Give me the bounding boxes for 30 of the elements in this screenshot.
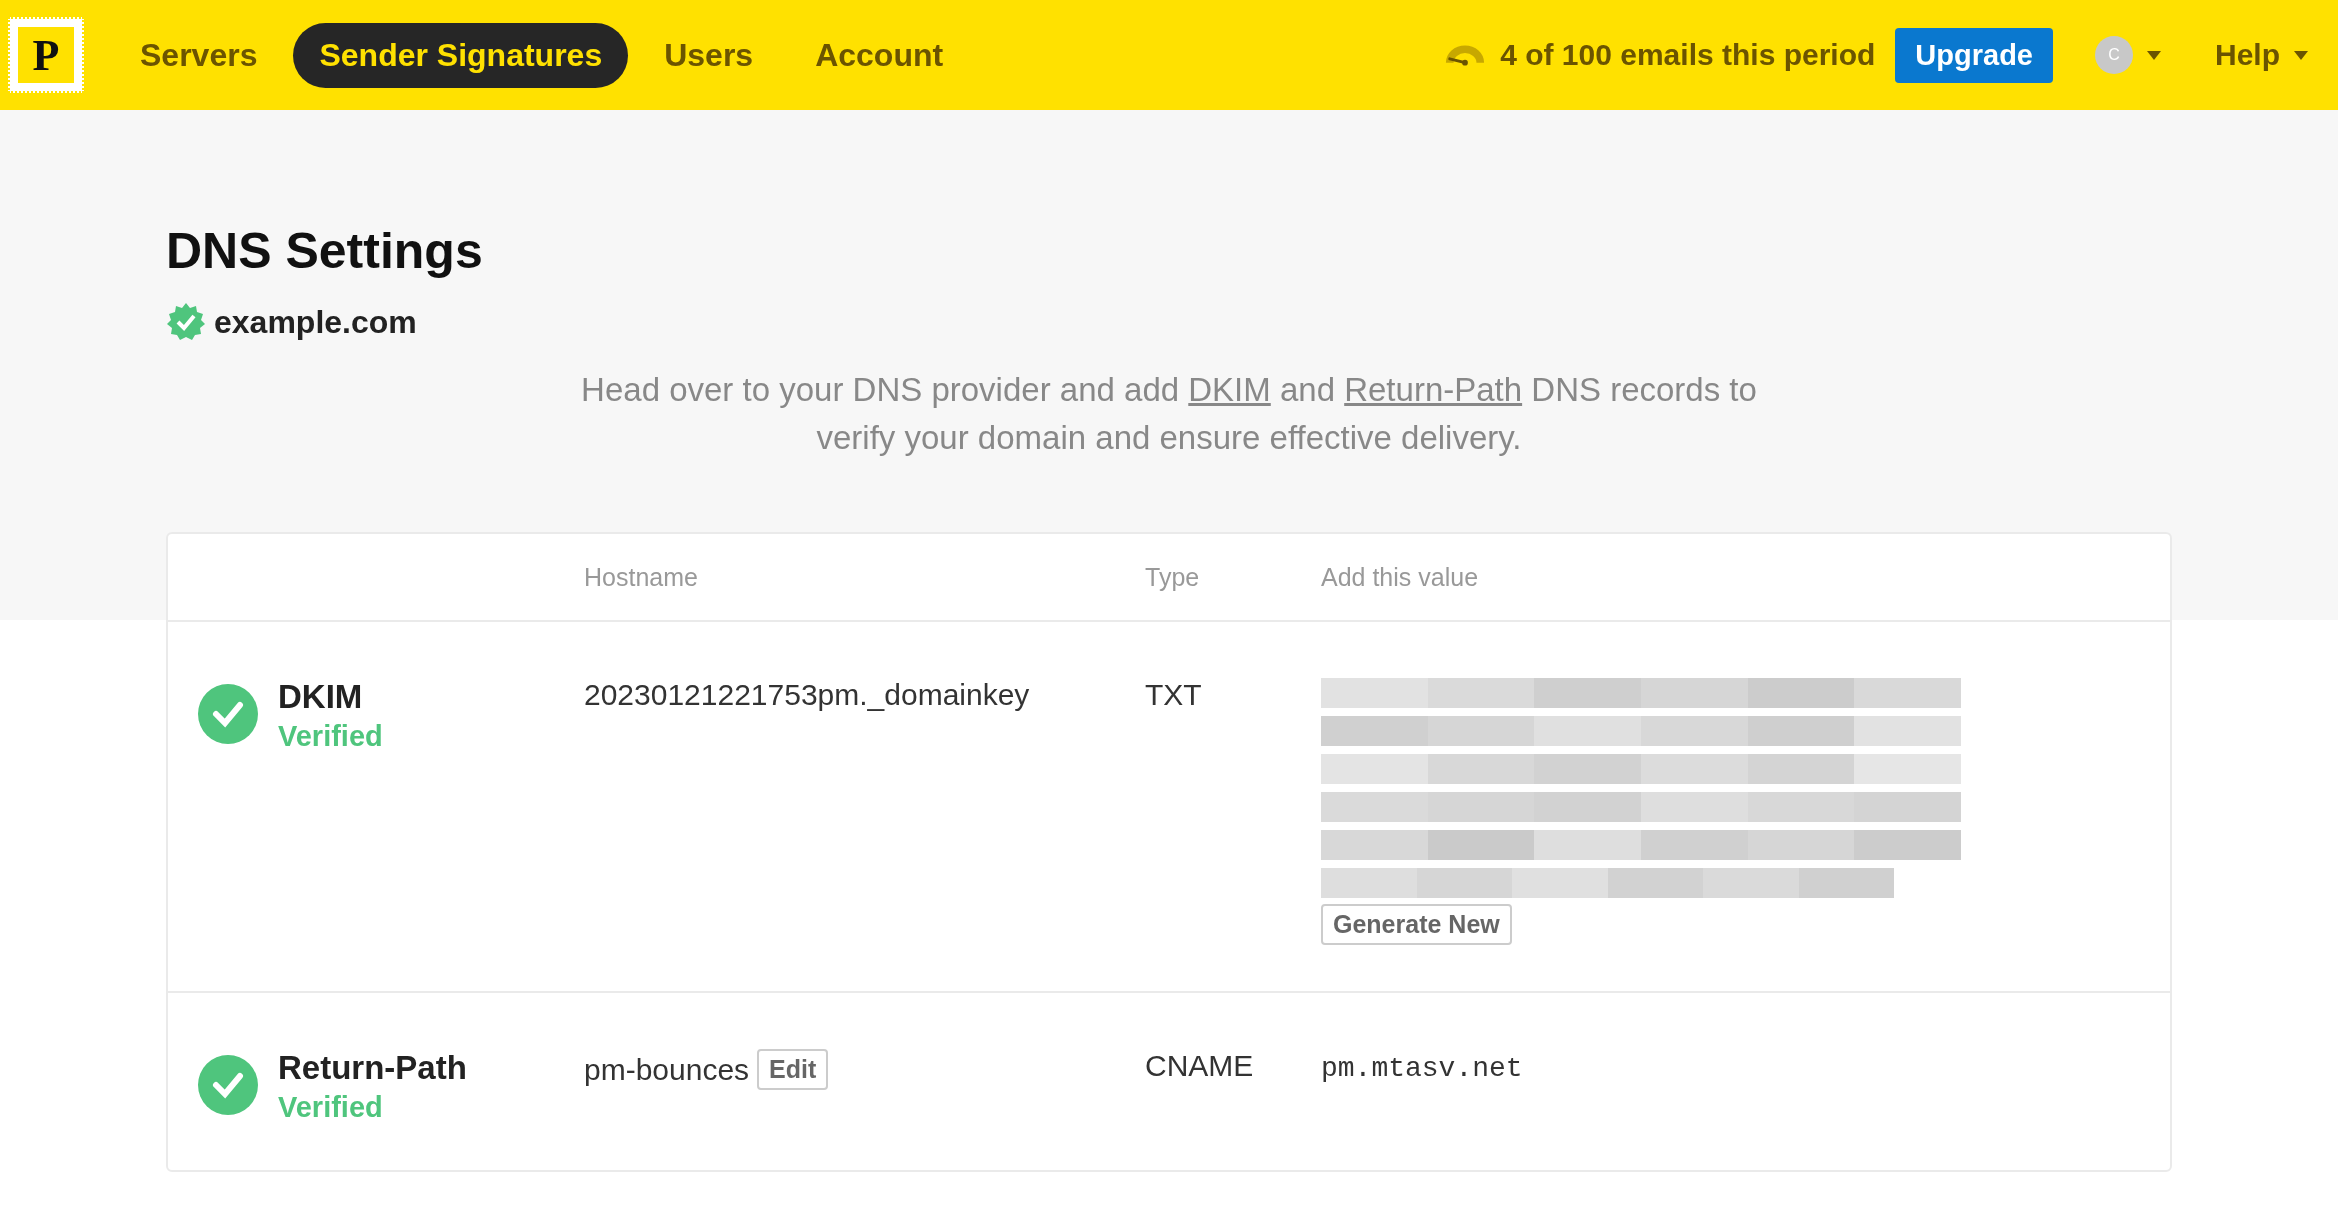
- record-name: Return-Path: [278, 1049, 467, 1087]
- nav-tab[interactable]: Servers: [114, 22, 284, 88]
- edit-button[interactable]: Edit: [757, 1049, 829, 1090]
- upgrade-button[interactable]: Upgrade: [1895, 27, 2053, 83]
- postage-stamp-logo[interactable]: P: [8, 17, 84, 93]
- gauge-icon: [1444, 43, 1487, 67]
- record-type: TXT: [1145, 678, 1202, 711]
- column-header: Add this value: [1321, 562, 1480, 592]
- usage-text: 4 of 100 emails this period: [1500, 38, 1876, 72]
- help-menu[interactable]: Help: [2215, 38, 2280, 72]
- record-status: Verified: [278, 720, 383, 753]
- nav-tab[interactable]: Account: [789, 22, 970, 88]
- record-status: Verified: [278, 1091, 384, 1124]
- domain-name: example.com: [214, 303, 417, 341]
- caret-icon[interactable]: [2294, 50, 2308, 60]
- hostname-text: 20230121221753pm._domainkey: [584, 678, 1030, 712]
- nav-tab[interactable]: Sender Signatures: [293, 22, 629, 88]
- generate-new-button[interactable]: Generate New: [1321, 904, 1512, 945]
- instructions-text: Head over to your DNS provider and add DKIM and Return-Path DNS records to verify your domain and ensure effective delivery.: [580, 370, 1758, 458]
- column-header: Type: [1145, 562, 1201, 592]
- hostname-text: pm-bounces: [584, 1052, 750, 1087]
- record-value: pm.mtasv.net: [1321, 1053, 1523, 1084]
- page-title: DNS Settings: [166, 222, 484, 280]
- caret-icon[interactable]: [2147, 50, 2161, 60]
- record-name: DKIM: [278, 678, 364, 716]
- record-type: CNAME: [1145, 1049, 1254, 1082]
- nav-tab[interactable]: Users: [638, 22, 780, 88]
- record-link[interactable]: DKIM: [1188, 371, 1271, 408]
- column-header: Hostname: [584, 562, 699, 592]
- record-link[interactable]: Return-Path: [1344, 371, 1523, 408]
